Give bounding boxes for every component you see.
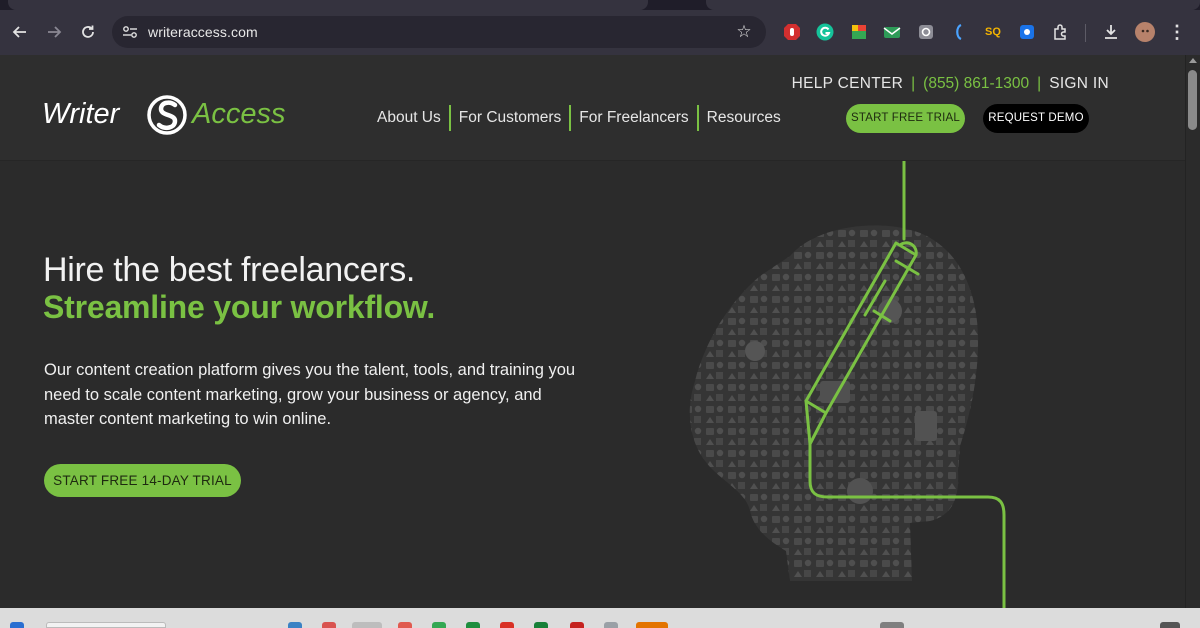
browser-toolbar: writeraccess.com ☆ SQ ⋮: [0, 10, 1200, 55]
taskbar-app-icon[interactable]: [636, 622, 668, 628]
writeraccess-logo[interactable]: Writer Access: [42, 93, 292, 139]
browser-tab-strip: [0, 0, 1200, 10]
sign-in-link[interactable]: SIGN IN: [1049, 75, 1109, 93]
puzzle-icon[interactable]: [1050, 21, 1072, 43]
taskbar-tray-icon[interactable]: [1160, 622, 1180, 628]
taskbar-app-icon[interactable]: [570, 622, 584, 628]
web-page: Writer Access About Us For Customers For…: [0, 55, 1185, 608]
mail-icon[interactable]: [881, 21, 903, 43]
hero-lead-text: Our content creation platform gives you …: [44, 361, 576, 428]
kebab-menu-icon[interactable]: ⋮: [1166, 21, 1188, 43]
scrollbar-thumb[interactable]: [1188, 70, 1197, 130]
utility-links: HELP CENTER | (855) 861-1300 | SIGN IN: [792, 75, 1109, 93]
main-nav: About Us For Customers For Freelancers R…: [369, 105, 789, 131]
taskbar-app-icon[interactable]: [466, 622, 480, 628]
download-icon[interactable]: [1100, 21, 1122, 43]
taskbar-tray-icon[interactable]: [880, 622, 904, 628]
toolbar-divider: [1085, 24, 1086, 42]
adblock-icon[interactable]: [781, 21, 803, 43]
bracket-icon[interactable]: [948, 21, 970, 43]
taskbar-search[interactable]: [46, 622, 166, 628]
start-free-14-day-trial-button[interactable]: START FREE 14-DAY TRIAL: [44, 464, 241, 497]
page-scrollbar[interactable]: [1185, 55, 1200, 608]
hero-subheadline: Streamline your workflow.: [43, 289, 436, 325]
reload-button[interactable]: [77, 21, 99, 43]
nav-about-us[interactable]: About Us: [369, 105, 449, 131]
svg-text:Writer: Writer: [42, 98, 121, 130]
taskbar-app-icon[interactable]: [352, 622, 382, 628]
taskbar-app-icon[interactable]: [534, 622, 548, 628]
seo-icon[interactable]: SQ: [982, 21, 1004, 43]
head-silhouette: [689, 225, 979, 581]
help-center-link[interactable]: HELP CENTER: [792, 75, 904, 93]
start-free-trial-button[interactable]: START FREE TRIAL: [846, 104, 965, 133]
taskbar-app-icon[interactable]: [398, 622, 412, 628]
browser-tab-active[interactable]: [8, 0, 648, 10]
hero-headline: Hire the best freelancers.: [43, 251, 416, 289]
svg-text:Access: Access: [190, 98, 285, 130]
taskbar-app-icon[interactable]: [322, 622, 336, 628]
taskbar-app-icon[interactable]: [432, 622, 446, 628]
camera-icon[interactable]: [915, 21, 937, 43]
browser-tab[interactable]: [706, 0, 1200, 10]
taskbar-app-icon[interactable]: [500, 622, 514, 628]
request-demo-button[interactable]: REQUEST DEMO: [983, 104, 1089, 133]
arrow-left-icon: [12, 26, 26, 38]
utility-divider: |: [1037, 75, 1042, 92]
phone-link[interactable]: (855) 861-1300: [923, 75, 1029, 93]
taskbar-app-icon[interactable]: [604, 622, 618, 628]
utility-divider: |: [911, 75, 916, 92]
start-icon[interactable]: [10, 622, 24, 628]
site-header: Writer Access About Us For Customers For…: [0, 55, 1185, 161]
taskbar-app-icon[interactable]: [288, 622, 302, 628]
forward-button[interactable]: [43, 21, 65, 43]
site-info-icon[interactable]: [122, 24, 138, 40]
address-bar[interactable]: writeraccess.com ☆: [112, 16, 766, 48]
nav-resources[interactable]: Resources: [699, 105, 789, 131]
notes-icon[interactable]: [848, 21, 870, 43]
nav-for-customers[interactable]: For Customers: [451, 105, 570, 131]
grammarly-icon[interactable]: [814, 21, 836, 43]
profile-avatar[interactable]: [1134, 21, 1156, 43]
translate-icon[interactable]: [1016, 21, 1038, 43]
hero-illustration: [689, 161, 1006, 608]
scroll-up-arrow-icon[interactable]: [1189, 58, 1197, 63]
os-taskbar: [0, 608, 1200, 628]
reload-icon: [82, 25, 94, 38]
url-text[interactable]: writeraccess.com: [148, 24, 258, 40]
bookmark-star-icon[interactable]: ☆: [734, 22, 754, 42]
back-button[interactable]: [9, 21, 31, 43]
arrow-right-icon: [48, 26, 62, 38]
nav-for-freelancers[interactable]: For Freelancers: [571, 105, 696, 131]
